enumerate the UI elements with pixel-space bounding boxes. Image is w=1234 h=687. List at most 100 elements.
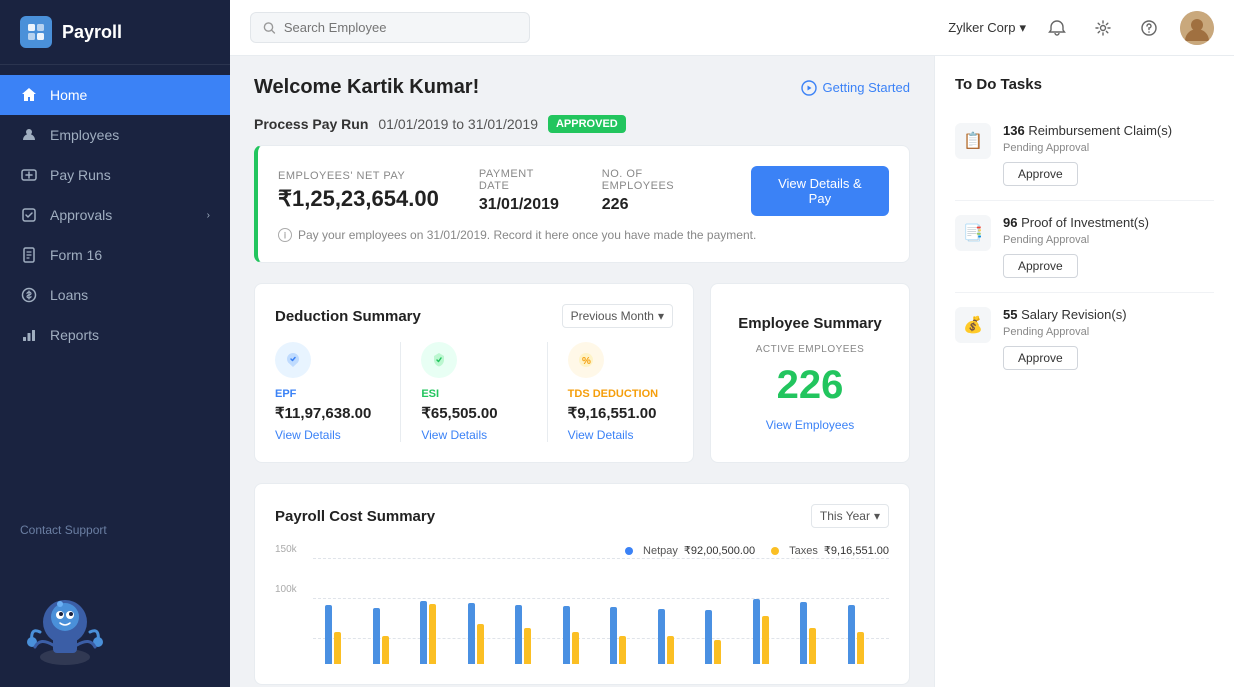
- tax-bar: [477, 624, 484, 664]
- netpay-bar: [610, 607, 617, 664]
- tax-bar: [809, 628, 816, 664]
- bar-group: [563, 606, 605, 664]
- todo-item-sub: Pending Approval: [1003, 326, 1214, 338]
- tds-amount: ₹9,16,551.00: [568, 404, 673, 422]
- netpay-bar: [563, 606, 570, 664]
- bar-group: [753, 599, 795, 664]
- approved-badge: APPROVED: [548, 115, 626, 133]
- tax-bar: [667, 636, 674, 664]
- contact-support[interactable]: Contact Support: [0, 513, 230, 557]
- sidebar-item-approvals[interactable]: Approvals ›: [0, 195, 230, 235]
- todo-item-text: 96 Proof of Investment(s): [1003, 215, 1214, 230]
- settings-icon[interactable]: [1088, 13, 1118, 43]
- bar-group: [658, 609, 700, 664]
- tax-bar: [619, 636, 626, 664]
- notifications-icon[interactable]: [1042, 13, 1072, 43]
- todo-list: 📋 136 Reimbursement Claim(s) Pending App…: [955, 109, 1214, 384]
- avatar[interactable]: [1180, 11, 1214, 45]
- employees-icon: [20, 126, 38, 144]
- todo-item-text: 55 Salary Revision(s): [1003, 307, 1214, 322]
- period-select[interactable]: Previous Month ▾: [562, 304, 673, 328]
- tax-bar: [382, 636, 389, 664]
- svg-text:%: %: [582, 356, 591, 367]
- netpay-bar: [373, 608, 380, 664]
- todo-item: 📑 96 Proof of Investment(s) Pending Appr…: [955, 201, 1214, 293]
- employee-summary-title: Employee Summary: [738, 315, 881, 332]
- tds-icon: %: [568, 342, 604, 378]
- todo-item-icon: 💰: [955, 307, 991, 343]
- topbar: Zylker Corp ▾: [230, 0, 1234, 56]
- sidebar-item-employees[interactable]: Employees: [0, 115, 230, 155]
- tax-bar: [714, 640, 721, 664]
- netpay-bar: [515, 605, 522, 664]
- view-details-pay-button[interactable]: View Details & Pay: [751, 166, 889, 216]
- approve-button[interactable]: Approve: [1003, 254, 1078, 278]
- payroll-chart: 150k 100k Netpay ₹92,00,500.00: [275, 544, 889, 664]
- company-chevron: ▾: [1019, 20, 1026, 36]
- sidebar-item-home[interactable]: Home: [0, 75, 230, 115]
- tax-bar: [762, 616, 769, 664]
- no-employees-label: NO. OF EMPLOYEES: [602, 168, 711, 192]
- loans-icon: [20, 286, 38, 304]
- sidebar-item-approvals-label: Approvals: [50, 207, 112, 223]
- tax-bar: [857, 632, 864, 664]
- getting-started-link[interactable]: Getting Started: [801, 80, 910, 96]
- deduction-item-epf: EPF ₹11,97,638.00 View Details: [275, 342, 380, 442]
- employees-net-pay-field: EMPLOYEES' NET PAY ₹1,25,23,654.00: [278, 170, 439, 212]
- tax-bar: [524, 628, 531, 664]
- tds-link[interactable]: View Details: [568, 428, 673, 442]
- pay-run-card: EMPLOYEES' NET PAY ₹1,25,23,654.00 PAYME…: [254, 145, 910, 263]
- todo-item-content: 136 Reimbursement Claim(s) Pending Appro…: [1003, 123, 1214, 186]
- year-select[interactable]: This Year ▾: [811, 504, 889, 528]
- deduction-item-esi: ESI ₹65,505.00 View Details: [421, 342, 526, 442]
- tax-bar: [572, 632, 579, 664]
- y-label-100k: 100k: [275, 584, 297, 595]
- view-employees-link[interactable]: View Employees: [766, 418, 855, 432]
- logo-icon: [20, 16, 52, 48]
- epf-link[interactable]: View Details: [275, 428, 380, 442]
- bar-group: [420, 601, 462, 664]
- netpay-bar: [753, 599, 760, 664]
- tax-bar: [429, 604, 436, 664]
- pay-runs-icon: [20, 166, 38, 184]
- welcome-title: Welcome Kartik Kumar!: [254, 76, 479, 99]
- deduction-item-tds: % TDS DEDUCTION ₹9,16,551.00 View Detail…: [568, 342, 673, 442]
- form16-icon: [20, 246, 38, 264]
- legend-taxes: Taxes ₹9,16,551.00: [771, 544, 889, 557]
- netpay-bar: [420, 601, 427, 664]
- sidebar-item-reports[interactable]: Reports: [0, 315, 230, 355]
- sidebar-item-form16[interactable]: Form 16: [0, 235, 230, 275]
- approve-button[interactable]: Approve: [1003, 346, 1078, 370]
- welcome-row: Welcome Kartik Kumar! Getting Started: [254, 76, 910, 99]
- todo-item-icon: 📑: [955, 215, 991, 251]
- esi-link[interactable]: View Details: [421, 428, 526, 442]
- help-icon[interactable]: [1134, 13, 1164, 43]
- year-chevron: ▾: [874, 509, 880, 523]
- tax-bar: [334, 632, 341, 664]
- deduction-card: Deduction Summary Previous Month ▾ EP: [254, 283, 694, 463]
- bar-group: [800, 602, 842, 664]
- search-input[interactable]: [284, 20, 517, 35]
- sidebar-item-loans[interactable]: Loans: [0, 275, 230, 315]
- search-wrap[interactable]: [250, 12, 530, 43]
- sidebar-item-pay-runs-label: Pay Runs: [50, 167, 111, 183]
- search-icon: [263, 21, 276, 35]
- todo-item-content: 55 Salary Revision(s) Pending Approval A…: [1003, 307, 1214, 370]
- sidebar-item-pay-runs[interactable]: Pay Runs: [0, 155, 230, 195]
- main-content: Zylker Corp ▾ Welcome Kartik Kumar!: [230, 0, 1234, 687]
- active-employees-label: ACTIVE EMPLOYEES: [756, 344, 865, 355]
- y-label-150k: 150k: [275, 544, 297, 555]
- netpay-bar: [468, 603, 475, 664]
- chart-legend: Netpay ₹92,00,500.00 Taxes ₹9,16,551.00: [625, 544, 889, 557]
- company-selector[interactable]: Zylker Corp ▾: [948, 20, 1026, 36]
- bar-group: [515, 605, 557, 664]
- content-main: Welcome Kartik Kumar! Getting Started Pr…: [230, 56, 934, 687]
- employee-summary-card: Employee Summary ACTIVE EMPLOYEES 226 Vi…: [710, 283, 910, 463]
- approve-button[interactable]: Approve: [1003, 162, 1078, 186]
- payment-date-label: PAYMENT DATE: [479, 168, 562, 192]
- todo-item: 💰 55 Salary Revision(s) Pending Approval…: [955, 293, 1214, 384]
- epf-icon: [275, 342, 311, 378]
- sidebar: Payroll Home Employees Pay Runs Approval…: [0, 0, 230, 687]
- reports-icon: [20, 326, 38, 344]
- todo-item-icon: 📋: [955, 123, 991, 159]
